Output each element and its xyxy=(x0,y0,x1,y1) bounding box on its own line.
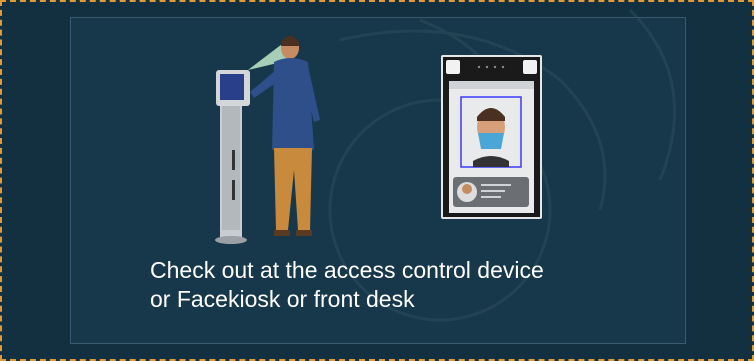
caption-line-1: Check out at the access control device xyxy=(150,257,544,283)
device-screen-graphic xyxy=(443,57,540,217)
person-at-kiosk-illustration xyxy=(215,36,320,244)
caption-line-2: or Facekiosk or front desk xyxy=(150,286,415,312)
face-recognition-device-illustration xyxy=(441,55,542,219)
caption: Check out at the access control device o… xyxy=(150,256,670,314)
